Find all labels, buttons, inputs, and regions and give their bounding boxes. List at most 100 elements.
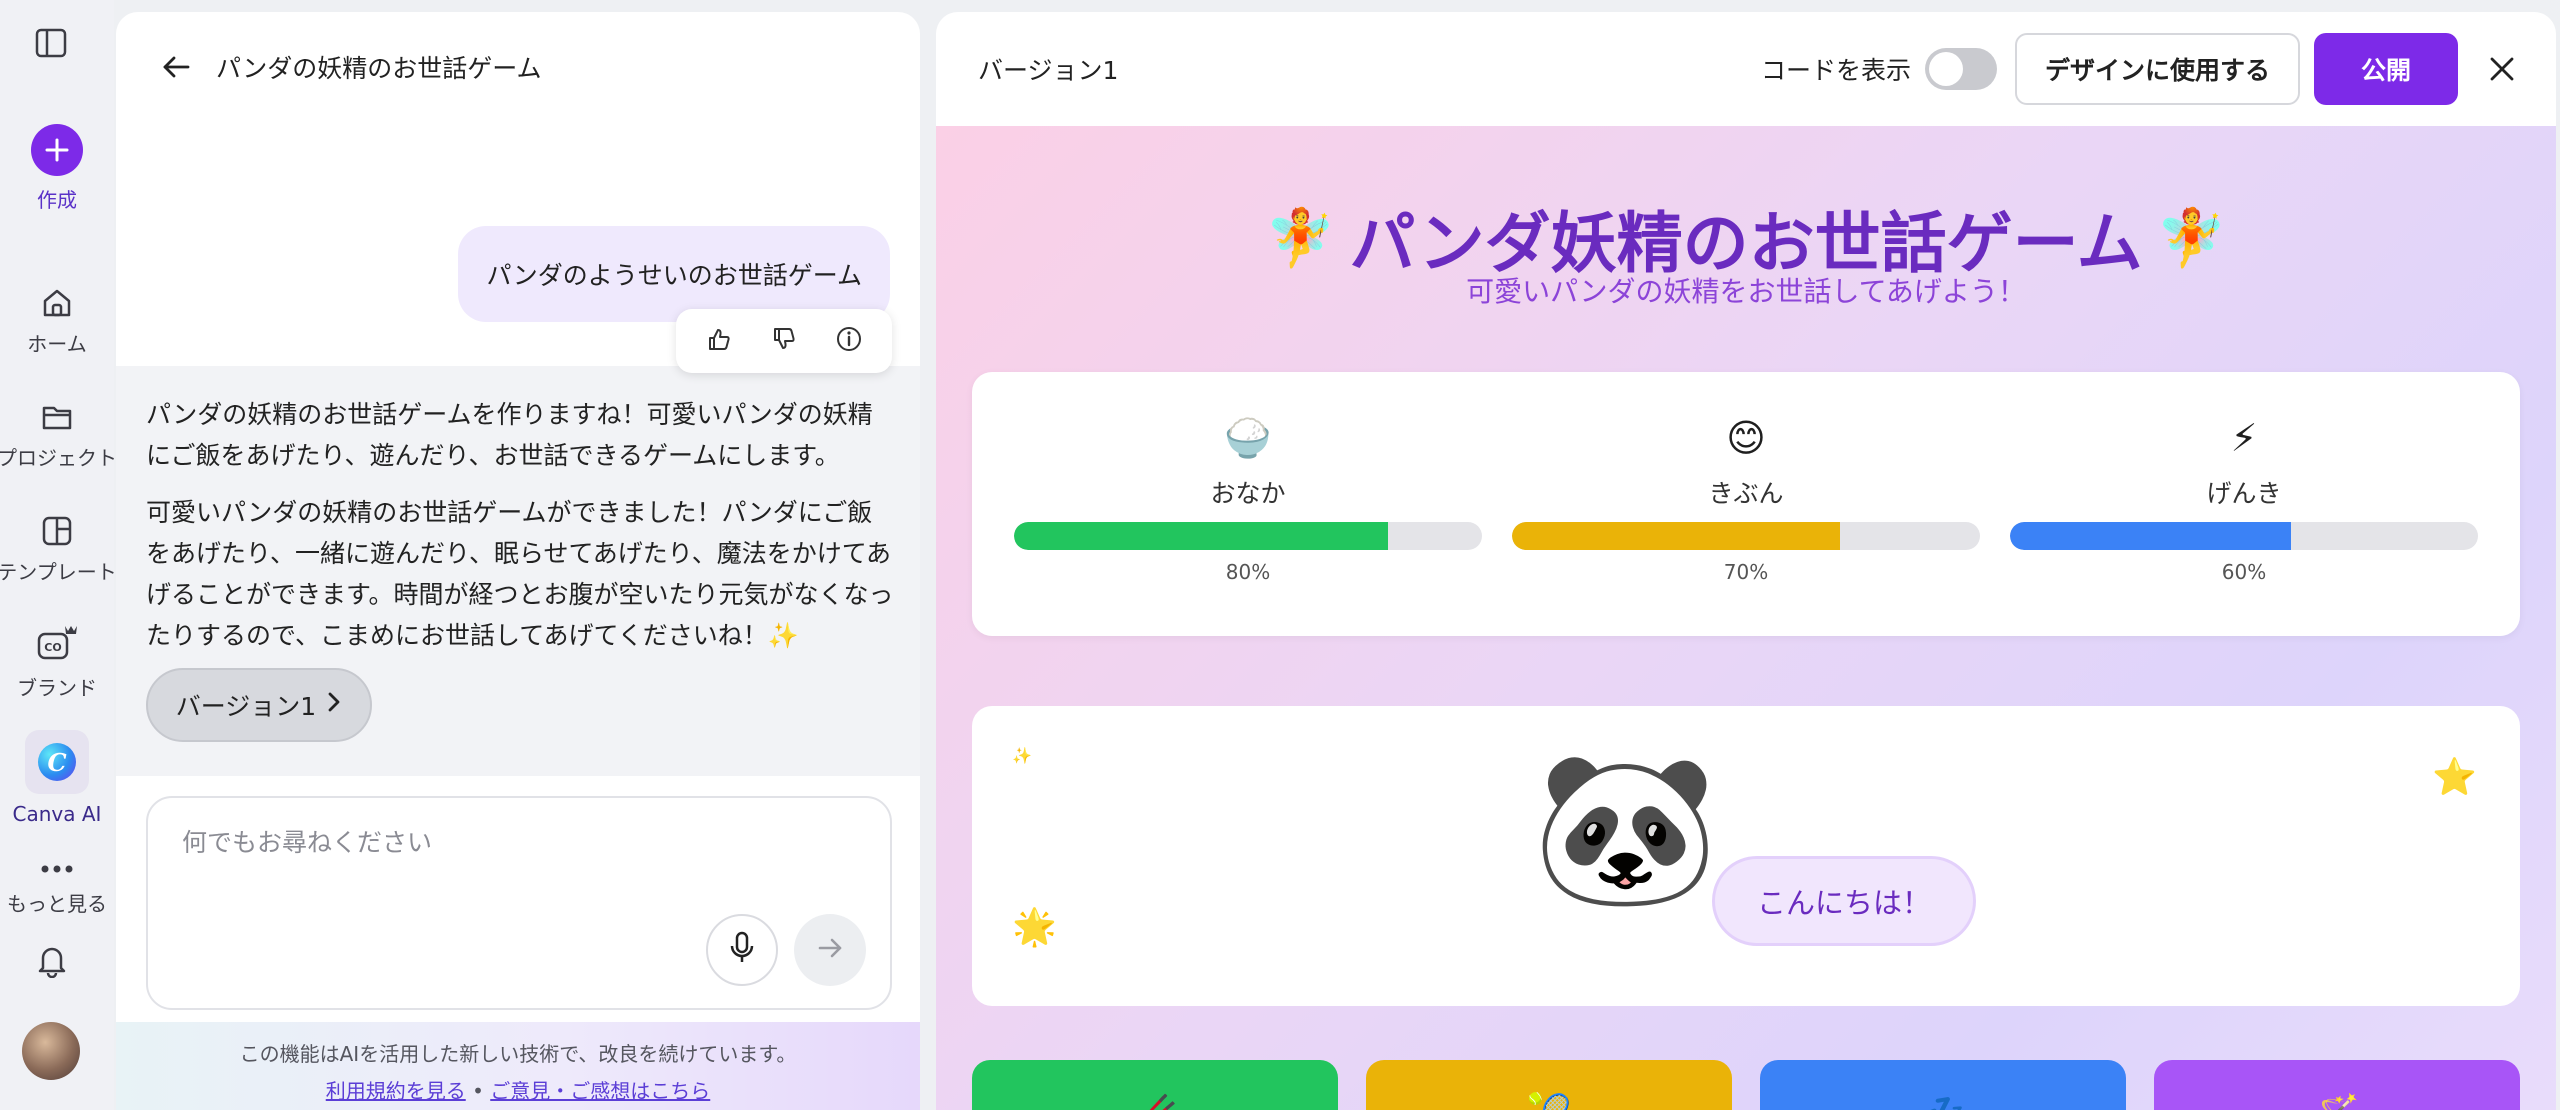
version-button-label: バージョン1 — [175, 692, 317, 721]
rail-item-canva-ai[interactable]: C Canva AI — [0, 730, 114, 826]
magic-button[interactable]: 🪄 — [2154, 1060, 2520, 1110]
chat-input[interactable] — [182, 828, 782, 857]
rail-item-home[interactable]: ホーム — [0, 286, 114, 357]
thumbs-down-icon[interactable] — [770, 325, 798, 357]
use-in-design-button[interactable]: デザインに使用する — [2014, 33, 2300, 105]
user-message: パンダのようせいのお世話ゲーム — [458, 226, 890, 322]
rail-item-brand[interactable]: CO ブランド — [0, 622, 114, 701]
footer-links: 利用規約を見る • ご意見・ご感想はこちら — [116, 1075, 920, 1104]
star-icon: ⭐ — [2432, 757, 2477, 798]
ai-response: パンダの妖精のお世話ゲームを作りますね！可愛いパンダの妖精にご飯をあげたり、遊ん… — [116, 366, 920, 776]
canva-ai-logo: C — [38, 743, 76, 781]
stat-bar — [1512, 522, 1980, 550]
stat-label: げんき — [2206, 479, 2282, 508]
stat-bar — [1014, 522, 1482, 550]
stat-label: おなか — [1210, 479, 1286, 508]
rail-item-more[interactable]: もっと見る — [0, 862, 114, 926]
show-code-toggle[interactable] — [1924, 48, 1997, 90]
stat-bar-fill — [1512, 522, 1840, 550]
sleep-button[interactable]: 💤 — [1760, 1060, 2126, 1110]
chevron-right-icon — [326, 690, 342, 720]
fairy-icon: 🧚 — [2156, 206, 2227, 271]
svg-text:CO: CO — [44, 641, 61, 654]
stat-energy: ⚡ げんき 60% — [2010, 416, 2478, 584]
chat-header: パンダの妖精のお世話ゲーム — [116, 12, 920, 122]
create-button[interactable]: 作成 — [0, 124, 114, 213]
panda-character[interactable]: 🐼 — [1532, 754, 1719, 904]
stat-bar-fill — [1014, 522, 1389, 550]
smile-icon: 😊 — [1726, 416, 1766, 460]
feed-button[interactable]: 🥢 — [972, 1060, 1338, 1110]
feedback-link[interactable]: ご意見・ご感想はこちら — [490, 1079, 710, 1103]
arrow-right-icon — [816, 934, 844, 966]
left-rail: 作成 ホーム プロジェクト テンプレート CO ブランド C Canva AI … — [0, 0, 117, 1110]
send-button[interactable] — [794, 914, 866, 986]
rail-label-canva-ai: Canva AI — [12, 802, 102, 826]
game-preview: 🧚 パンダ妖精のお世話ゲーム 🧚 可愛いパンダの妖精をお世話してあげよう！ 🍚 … — [936, 126, 2556, 1110]
chat-title: パンダの妖精のお世話ゲーム — [216, 54, 542, 83]
action-buttons: 🥢 🎾 💤 🪄 — [972, 1060, 2520, 1110]
ai-paragraph: パンダの妖精のお世話ゲームを作りますね！可愛いパンダの妖精にご飯をあげたり、遊ん… — [146, 400, 873, 470]
terms-link[interactable]: 利用規約を見る — [326, 1079, 466, 1103]
sidebar-toggle-icon[interactable] — [34, 26, 68, 60]
chat-footer: この機能はAIを活用した新しい技術で、改良を続けています。 利用規約を見る • … — [116, 1022, 920, 1110]
game-subtitle: 可愛いパンダの妖精をお世話してあげよう！ — [1466, 275, 2026, 308]
microphone-icon — [729, 931, 755, 969]
template-icon — [40, 514, 74, 548]
rail-label-more: もっと見る — [7, 892, 107, 916]
brand-icon: CO — [35, 622, 79, 664]
preview-controls: コードを表示 デザインに使用する 公開 — [1761, 12, 2556, 126]
stat-percent: 80% — [1225, 560, 1271, 584]
mic-button[interactable] — [706, 914, 778, 986]
chat-input-box — [146, 796, 892, 1010]
show-code-label: コードを表示 — [1760, 56, 1911, 85]
ai-paragraph: 可愛いパンダの妖精のお世話ゲームができました！パンダにご飯をあげたり、一緒に遊ん… — [146, 498, 894, 650]
folder-icon — [40, 400, 74, 434]
link-separator: • — [472, 1079, 484, 1103]
stat-hunger: 🍚 おなか 80% — [1014, 416, 1482, 584]
ai-response-text: パンダの妖精のお世話ゲームを作りますね！可愛いパンダの妖精にご飯をあげたり、遊ん… — [146, 394, 894, 656]
stat-label: きぶん — [1708, 479, 1784, 508]
avatar[interactable] — [22, 1022, 80, 1080]
preview-panel: バージョン1 コードを表示 デザインに使用する 公開 🧚 パンダ妖精のお世話ゲー… — [936, 12, 2556, 1110]
create-label: 作成 — [37, 188, 77, 212]
stat-mood: 😊 きぶん 70% — [1512, 416, 1980, 584]
toggle-knob — [1928, 52, 1963, 86]
chat-panel: パンダの妖精のお世話ゲーム パンダのようせいのお世話ゲーム パンダの妖精のお世話… — [116, 12, 920, 1110]
stats-card: 🍚 おなか 80% 😊 きぶん 70% ⚡ げんき 60% — [972, 372, 2520, 636]
sleep-icon: 💤 — [1921, 1092, 1966, 1110]
publish-button[interactable]: 公開 — [2314, 33, 2458, 105]
lightning-icon: ⚡ — [2230, 416, 2258, 460]
play-button[interactable]: 🎾 — [1366, 1060, 1732, 1110]
magic-wand-icon: 🪄 — [2315, 1092, 2360, 1110]
close-icon[interactable] — [2480, 47, 2524, 91]
thumbs-up-icon[interactable] — [705, 325, 733, 357]
feedback-toolbar — [676, 309, 892, 373]
fairy-icon: 🧚 — [1265, 206, 1336, 271]
sparkle-icon: ✨ — [1012, 746, 1032, 765]
stat-bar — [2010, 522, 2478, 550]
ai-disclaimer: この機能はAIを活用した新しい技術で、改良を続けています。 — [239, 1042, 797, 1066]
preview-header: バージョン1 コードを表示 デザインに使用する 公開 — [936, 12, 2556, 126]
panda-stage: ✨ ⭐ 🌟 🐼 こんにちは！ — [972, 706, 2520, 1006]
rail-item-templates[interactable]: テンプレート — [0, 514, 117, 585]
glowing-star-icon: 🌟 — [1012, 907, 1057, 948]
rail-label-templates: テンプレート — [0, 560, 117, 584]
plus-icon — [31, 124, 83, 176]
back-arrow-icon[interactable] — [156, 47, 196, 87]
version-button[interactable]: バージョン1 — [146, 668, 372, 742]
canva-ai-icon: C — [25, 730, 89, 794]
speech-bubble: こんにちは！ — [1712, 856, 1976, 946]
stat-percent: 60% — [2221, 560, 2267, 584]
rail-item-projects[interactable]: プロジェクト — [0, 400, 117, 471]
rail-label-brand: ブランド — [17, 676, 97, 700]
more-icon — [37, 862, 77, 876]
rail-label-home: ホーム — [27, 332, 87, 356]
bell-icon[interactable] — [34, 942, 70, 978]
rail-label-projects: プロジェクト — [0, 446, 117, 470]
preview-version-label: バージョン1 — [978, 56, 1119, 85]
info-icon[interactable] — [835, 325, 863, 357]
ball-icon: 🎾 — [1527, 1092, 1572, 1110]
chopsticks-icon: 🥢 — [1133, 1092, 1178, 1110]
stat-bar-fill — [2010, 522, 2291, 550]
